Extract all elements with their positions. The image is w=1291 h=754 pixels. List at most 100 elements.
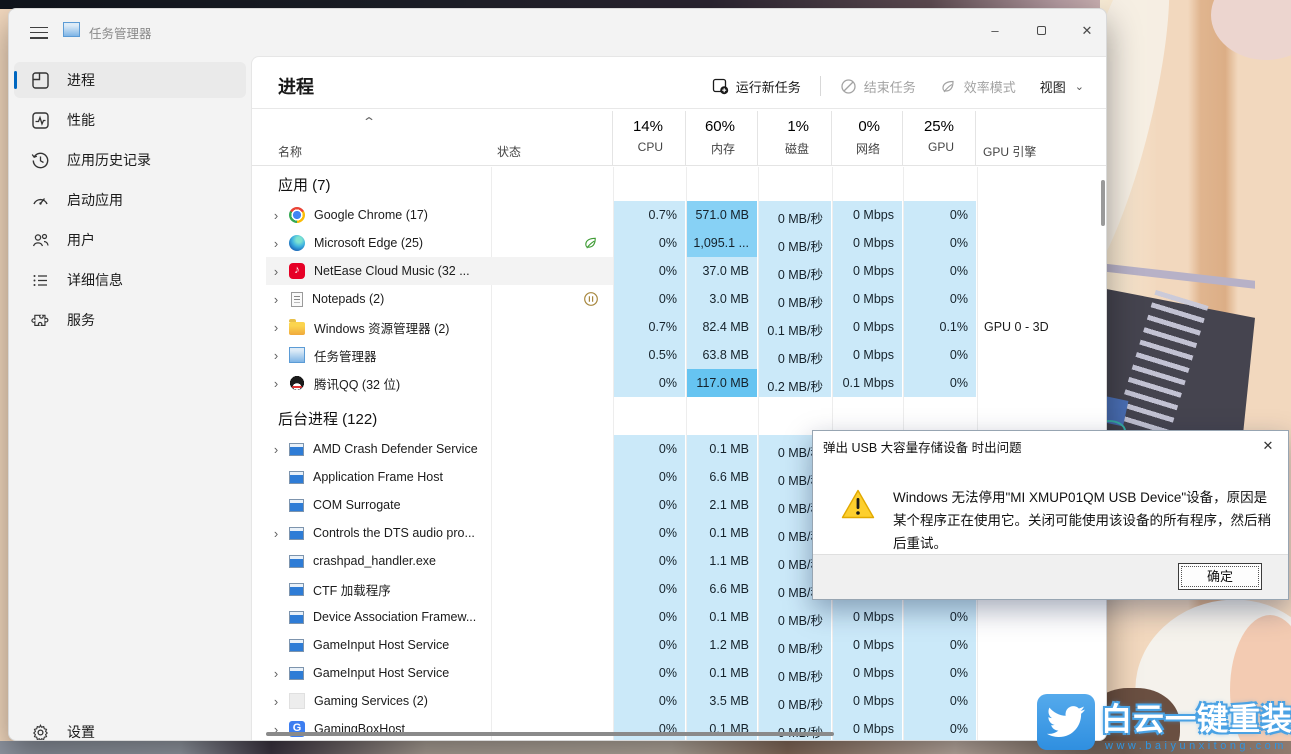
sidebar-item-services[interactable]: 服务 [14,302,246,338]
network-label: 网络 [819,140,880,157]
expand-chevron-icon[interactable]: › [266,236,286,251]
memory-cell: 0.1 MB [687,603,757,631]
expand-chevron-icon[interactable]: › [266,666,286,681]
expand-chevron-icon[interactable]: › [266,208,286,223]
network-cell: 0 Mbps [833,603,902,631]
column-header-status[interactable]: 状态 [497,143,521,160]
name-cell: ›任务管理器 [266,341,491,369]
expand-chevron-icon[interactable]: › [266,694,286,709]
minimize-button[interactable]: – [974,17,1016,45]
sidebar-item-app-history[interactable]: 应用历史记录 [14,142,246,178]
status-cell [491,341,613,369]
cpu-cell: 0.5% [614,341,685,369]
sidebar-item-label: 详细信息 [67,270,123,290]
expand-chevron-icon[interactable]: › [266,442,286,457]
column-separator[interactable] [612,111,613,165]
name-cell: › Windows 资源管理器 (2) [266,313,491,341]
horizontal-scrollbar[interactable] [266,732,834,736]
winapp-icon [289,667,304,680]
disk-total-percent: 1% [745,118,809,135]
expand-chevron-icon[interactable]: › [266,348,286,363]
sidebar-item-label: 启动应用 [67,190,123,210]
expand-chevron-icon[interactable]: › [266,320,286,335]
gpu-cell: 0% [904,631,976,659]
table-row[interactable]: ›Gaming Services (2)0%3.5 MB0 MB/秒0 Mbps… [266,687,1102,715]
leaf-icon [940,78,957,95]
expand-chevron-icon[interactable]: › [266,526,286,541]
dialog-close-button[interactable]: ✕ [1248,431,1288,461]
memory-cell: 2.1 MB [687,491,757,519]
sidebar-item-processes[interactable]: 进程 [14,62,246,98]
winapp-icon [289,555,304,568]
run-new-task-button[interactable]: 运行新任务 [702,72,811,101]
expand-chevron-icon[interactable]: › [266,264,286,279]
column-header-name[interactable]: 名称 [278,143,302,160]
column-separator[interactable] [685,111,686,165]
winapp-icon [289,639,304,652]
column-header-network[interactable]: 0% 网络 [819,118,880,157]
sidebar-item-startup-apps[interactable]: 启动应用 [14,182,246,218]
sort-ascending-icon: ⌃ [362,115,376,129]
process-name: Windows 资源管理器 (2) [314,318,449,337]
disk-cell: 0 MB/秒 [759,659,831,687]
disk-cell: 0 MB/秒 [759,687,831,715]
cpu-cell: 0% [614,631,685,659]
cpu-cell: 0% [614,285,685,313]
column-header-gpu-engine[interactable]: GPU 引擎 [983,143,1036,160]
cpu-label: CPU [600,140,663,154]
cpu-cell: 0% [614,491,685,519]
gpu-cell: 0% [904,687,976,715]
column-header-memory[interactable]: 60% 内存 [673,118,735,157]
task-manager-window: 任务管理器 – ✕ 进程 性能 应用历史记录 启动应用 用户 详细信息 [8,8,1107,741]
sidebar-item-users[interactable]: 用户 [14,222,246,258]
sidebar-item-settings[interactable]: 设置 [14,714,246,741]
process-name: NetEase Cloud Music (32 ... [314,264,470,278]
process-name: Notepads (2) [312,292,384,306]
ok-button[interactable]: 确定 [1178,563,1262,590]
table-row[interactable]: ›腾讯QQ (32 位)0%117.0 MB0.2 MB/秒0.1 Mbps0% [266,369,1102,397]
table-row[interactable]: ›GamingBoxHost0%0.1 MB0 MB/秒0 Mbps0% [266,715,1102,741]
close-button[interactable]: ✕ [1066,17,1107,45]
maximize-button[interactable] [1020,17,1062,45]
column-separator[interactable] [831,111,832,165]
view-button[interactable]: 视图 ⌄ [1030,72,1094,101]
end-task-icon [840,78,857,95]
column-separator[interactable] [975,111,976,165]
watermark-brand: 白云一键重装系统 [1101,694,1291,739]
table-row[interactable]: ›任务管理器0.5%63.8 MB0 MB/秒0 Mbps0% [266,341,1102,369]
winapp-icon [289,527,304,540]
expand-chevron-icon[interactable]: › [266,292,286,307]
gpu-cell: 0% [904,659,976,687]
network-cell: 0 Mbps [833,285,902,313]
table-row[interactable]: ›Microsoft Edge (25)0%1,095.1 ...0 MB/秒0… [266,229,1102,257]
table-row[interactable]: GameInput Host Service0%1.2 MB0 MB/秒0 Mb… [266,631,1102,659]
column-header-disk[interactable]: 1% 磁盘 [745,118,809,157]
status-cell [491,603,613,631]
efficiency-mode-button[interactable]: 效率模式 [930,72,1026,101]
memory-total-percent: 60% [673,118,735,135]
hamburger-menu-icon[interactable] [23,21,55,41]
column-separator[interactable] [757,111,758,165]
network-cell: 0 Mbps [833,631,902,659]
sidebar-item-details[interactable]: 详细信息 [14,262,246,298]
gpu-total-percent: 25% [890,118,954,135]
table-row[interactable]: ›Google Chrome (17)0.7%571.0 MB0 MB/秒0 M… [266,201,1102,229]
table-row[interactable]: ›Notepads (2)0%3.0 MB0 MB/秒0 Mbps0% [266,285,1102,313]
table-row[interactable]: ›Windows 资源管理器 (2)0.7%82.4 MB0.1 MB/秒0 M… [266,313,1102,341]
name-cell: Device Association Framew... [266,603,491,631]
vertical-scrollbar[interactable] [1101,180,1105,226]
column-separator[interactable] [902,111,903,165]
cpu-cell: 0% [614,575,685,603]
cpu-cell: 0% [614,369,685,397]
group-header[interactable]: 应用 (7) [266,167,1102,201]
end-task-button[interactable]: 结束任务 [830,72,926,101]
table-row[interactable]: ›GameInput Host Service0%0.1 MB0 MB/秒0 M… [266,659,1102,687]
process-name: AMD Crash Defender Service [313,442,478,456]
table-row[interactable]: ›NetEase Cloud Music (32 ...0%37.0 MB0 M… [266,257,1102,285]
gpu-engine-cell [977,631,1102,659]
table-row[interactable]: Device Association Framew...0%0.1 MB0 MB… [266,603,1102,631]
sidebar-item-performance[interactable]: 性能 [14,102,246,138]
expand-chevron-icon[interactable]: › [266,376,286,391]
column-header-gpu[interactable]: 25% GPU [890,118,954,154]
column-header-cpu[interactable]: 14% CPU [600,118,663,154]
